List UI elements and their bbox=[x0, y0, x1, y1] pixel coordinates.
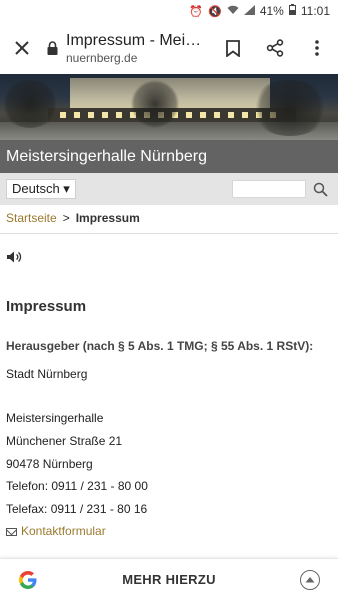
battery-percent: 41% bbox=[259, 4, 284, 18]
fax-line: Telefax: 0911 / 231 - 80 16 bbox=[6, 502, 148, 516]
main-content: Impressum Herausgeber (nach § 5 Abs. 1 T… bbox=[6, 298, 332, 538]
address-line: Münchener Straße 21 bbox=[6, 434, 123, 448]
site-title[interactable]: Meistersingerhalle Nürnberg bbox=[6, 148, 207, 166]
close-tab-button[interactable] bbox=[0, 22, 44, 74]
phone-line: Telefon: 0911 / 231 - 80 00 bbox=[6, 479, 148, 493]
contact-form-link-row[interactable]: Kontaktformular bbox=[6, 524, 106, 538]
wifi-icon bbox=[227, 5, 239, 18]
page-domain: nuernberg.de bbox=[66, 50, 138, 65]
signal-icon bbox=[243, 4, 255, 18]
header-banner-image bbox=[0, 74, 338, 140]
banner-tree-right bbox=[250, 80, 330, 136]
share-button[interactable] bbox=[254, 22, 296, 74]
expand-button[interactable] bbox=[282, 569, 338, 590]
more-options-button[interactable] bbox=[296, 22, 338, 74]
address-line: 90478 Nürnberg bbox=[6, 457, 93, 471]
speaker-icon[interactable] bbox=[6, 250, 24, 264]
page-heading: Impressum bbox=[6, 298, 87, 315]
search-input[interactable] bbox=[232, 180, 306, 198]
language-select[interactable]: Deutsch ▾ bbox=[6, 179, 76, 199]
lock-icon bbox=[44, 38, 60, 58]
contact-form-link[interactable]: Kontaktformular bbox=[21, 524, 106, 538]
more-info-label[interactable]: MEHR HIERZU bbox=[56, 572, 282, 587]
more-vert-icon bbox=[315, 40, 319, 56]
breadcrumb: Startseite > Impressum bbox=[6, 211, 140, 225]
site-title-bar: Meistersingerhalle Nürnberg bbox=[0, 140, 338, 173]
url-area[interactable]: Impressum - Meis... nuernberg.de bbox=[66, 32, 212, 65]
site-toolbar: Deutsch ▾ bbox=[0, 173, 338, 205]
clock: 11:01 bbox=[300, 4, 330, 18]
browser-toolbar: Impressum - Meis... nuernberg.de bbox=[0, 22, 338, 74]
google-suggestions-bar[interactable]: MEHR HIERZU bbox=[0, 558, 338, 600]
search-icon bbox=[313, 182, 328, 197]
bookmark-button[interactable] bbox=[212, 22, 254, 74]
banner-tree-left bbox=[0, 80, 60, 128]
bookmark-icon bbox=[226, 39, 240, 57]
status-bar: ⏰ 🔇 41% 11:01 bbox=[0, 0, 338, 22]
search-button[interactable] bbox=[308, 179, 332, 199]
google-logo-icon bbox=[0, 570, 56, 590]
breadcrumb-current: Impressum bbox=[75, 211, 140, 225]
alarm-icon: ⏰ bbox=[189, 5, 204, 18]
publisher-heading: Herausgeber (nach § 5 Abs. 1 TMG; § 55 A… bbox=[6, 339, 314, 353]
breadcrumb-separator: > bbox=[62, 211, 70, 225]
mute-icon: 🔇 bbox=[208, 5, 222, 18]
chevron-up-icon bbox=[300, 569, 320, 590]
address-line: Meistersingerhalle bbox=[6, 411, 104, 425]
divider bbox=[0, 233, 338, 234]
publisher-name: Stadt Nürnberg bbox=[6, 367, 88, 381]
battery-icon bbox=[288, 4, 296, 18]
share-icon bbox=[266, 39, 284, 57]
close-icon bbox=[15, 41, 29, 55]
breadcrumb-home-link[interactable]: Startseite bbox=[6, 211, 57, 225]
mail-icon bbox=[6, 527, 17, 536]
page-title: Impressum - Meis... bbox=[66, 31, 206, 49]
banner-tree-center bbox=[130, 80, 180, 128]
